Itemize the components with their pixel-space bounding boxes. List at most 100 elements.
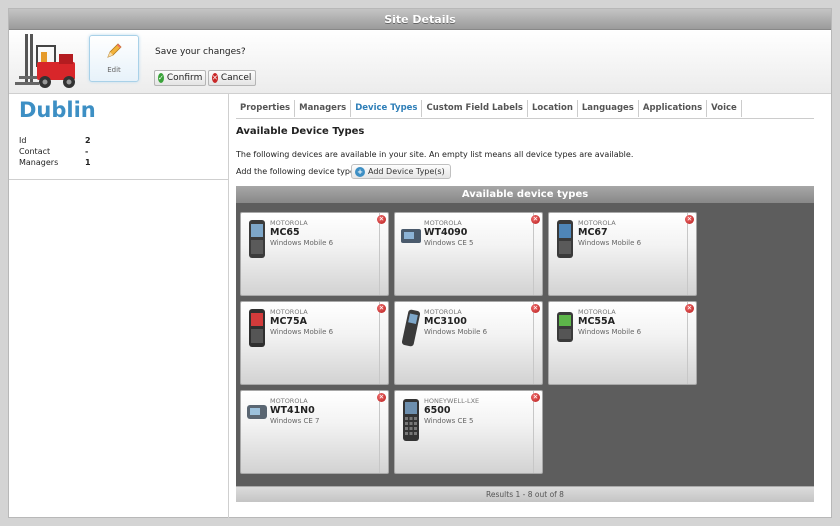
- card-rail: [533, 213, 534, 295]
- scanner-icon: [401, 309, 421, 347]
- tab-location[interactable]: Location: [528, 100, 578, 117]
- wearable-icon: [247, 405, 267, 419]
- device-model: MC67: [578, 227, 608, 238]
- remove-device-icon[interactable]: ✕: [531, 215, 540, 224]
- property-key: Contact: [19, 147, 51, 156]
- device-card[interactable]: MOTOROLA WT41N0 Windows CE 7 ✕: [240, 390, 389, 474]
- device-card[interactable]: MOTOROLA MC65 Windows Mobile 6 ✕: [240, 212, 389, 296]
- remove-device-icon[interactable]: ✕: [685, 304, 694, 313]
- confirm-label: Confirm: [166, 73, 203, 83]
- tab-device-types[interactable]: Device Types: [351, 100, 423, 117]
- device-os: Windows Mobile 6: [578, 328, 642, 336]
- card-rail: [379, 391, 380, 473]
- handheld-green-icon: [557, 312, 573, 342]
- check-icon: ✓: [158, 73, 164, 83]
- site-name: Dublin: [19, 98, 96, 122]
- add-device-type-button[interactable]: + Add Device Type(s): [351, 164, 451, 179]
- tab-languages[interactable]: Languages: [578, 100, 639, 117]
- card-rail: [533, 302, 534, 384]
- tab-voice[interactable]: Voice: [707, 100, 742, 117]
- site-summary-pane: Dublin Id 2 Contact - Managers 1: [9, 94, 229, 518]
- site-properties: Id 2 Contact - Managers 1: [19, 136, 99, 169]
- tab-applications[interactable]: Applications: [639, 100, 708, 117]
- device-os: Windows Mobile 6: [270, 239, 334, 247]
- tab-properties[interactable]: Properties: [236, 100, 296, 117]
- remove-device-icon[interactable]: ✕: [531, 304, 540, 313]
- device-os: Windows Mobile 6: [578, 239, 642, 247]
- device-card[interactable]: MOTOROLA MC67 Windows Mobile 6 ✕: [548, 212, 697, 296]
- card-rail: [687, 302, 688, 384]
- card-rail: [379, 302, 380, 384]
- device-model: MC55A: [578, 316, 615, 327]
- plus-icon: +: [355, 166, 365, 177]
- device-model: MC65: [270, 227, 300, 238]
- keypad-device-icon: [403, 399, 419, 441]
- remove-device-icon[interactable]: ✕: [377, 304, 386, 313]
- device-model: 6500: [424, 405, 451, 416]
- remove-device-icon[interactable]: ✕: [377, 215, 386, 224]
- window-title: Site Details: [9, 9, 831, 30]
- device-manufacturer: MOTOROLA: [424, 308, 462, 316]
- device-os: Windows CE 5: [424, 239, 474, 247]
- handheld-icon: [557, 220, 573, 258]
- card-rail: [379, 213, 380, 295]
- device-model: WT4090: [424, 227, 468, 238]
- edit-button-label: Edit: [107, 66, 121, 74]
- device-manufacturer: MOTOROLA: [270, 219, 308, 227]
- property-value: 2: [85, 136, 91, 145]
- property-value: 1: [85, 158, 91, 167]
- device-os: Windows Mobile 6: [424, 328, 488, 336]
- property-value: -: [85, 147, 89, 156]
- handheld-icon: [249, 220, 265, 258]
- device-manufacturer: MOTOROLA: [424, 219, 462, 227]
- tab-bar: Properties Managers Device Types Custom …: [236, 100, 742, 117]
- edit-button[interactable]: Edit: [89, 35, 139, 82]
- device-manufacturer: MOTOROLA: [578, 308, 616, 316]
- device-os: Windows CE 5: [424, 417, 474, 425]
- handheld-icon: [249, 309, 265, 347]
- cancel-icon: ✕: [212, 73, 218, 83]
- divider: [9, 179, 228, 180]
- section-title: Available Device Types: [236, 126, 365, 137]
- property-row: Managers 1: [19, 158, 99, 169]
- wearable-icon: [401, 229, 421, 243]
- save-prompt: Save your changes?: [155, 47, 246, 57]
- cancel-button[interactable]: ✕ Cancel: [208, 70, 256, 86]
- device-manufacturer: HONEYWELL-LXE: [424, 397, 480, 405]
- device-manufacturer: MOTOROLA: [270, 308, 308, 316]
- device-card[interactable]: MOTOROLA MC75A Windows Mobile 6 ✕: [240, 301, 389, 385]
- device-manufacturer: MOTOROLA: [270, 397, 308, 405]
- device-manufacturer: MOTOROLA: [578, 219, 616, 227]
- property-key: Id: [19, 136, 27, 145]
- tab-underline: [236, 118, 814, 119]
- device-model: MC75A: [270, 316, 307, 327]
- device-os: Windows Mobile 6: [270, 328, 334, 336]
- device-os: Windows CE 7: [270, 417, 320, 425]
- site-details-window: Site Details Edit Save your changes? ✓ C…: [8, 8, 832, 518]
- device-card[interactable]: MOTOROLA MC3100 Windows Mobile 6 ✕: [394, 301, 543, 385]
- device-card[interactable]: MOTOROLA MC55A Windows Mobile 6 ✕: [548, 301, 697, 385]
- device-model: WT41N0: [270, 405, 315, 416]
- confirm-button[interactable]: ✓ Confirm: [154, 70, 206, 86]
- results-count: Results 1 - 8 out of 8: [236, 486, 814, 502]
- card-rail: [687, 213, 688, 295]
- remove-device-icon[interactable]: ✕: [531, 393, 540, 402]
- device-model: MC3100: [424, 316, 467, 327]
- tab-custom-field-labels[interactable]: Custom Field Labels: [422, 100, 528, 117]
- device-types-panel: Available device types MOTOROLA MC65 Win…: [236, 186, 814, 502]
- cancel-label: Cancel: [220, 73, 252, 83]
- remove-device-icon[interactable]: ✕: [685, 215, 694, 224]
- device-card[interactable]: HONEYWELL-LXE 6500 Windows CE 5 ✕: [394, 390, 543, 474]
- card-rail: [533, 391, 534, 473]
- panel-header: Available device types: [236, 186, 814, 203]
- property-key: Managers: [19, 158, 59, 167]
- device-card[interactable]: MOTOROLA WT4090 Windows CE 5 ✕: [394, 212, 543, 296]
- tab-managers[interactable]: Managers: [295, 100, 352, 117]
- toolbar: Edit Save your changes? ✓ Confirm ✕ Canc…: [9, 30, 831, 94]
- add-device-label: Add the following device type:: [236, 167, 358, 176]
- property-row: Id 2: [19, 136, 99, 147]
- section-description: The following devices are available in y…: [236, 150, 634, 159]
- remove-device-icon[interactable]: ✕: [377, 393, 386, 402]
- property-row: Contact -: [19, 147, 99, 158]
- pencil-icon: [107, 43, 122, 58]
